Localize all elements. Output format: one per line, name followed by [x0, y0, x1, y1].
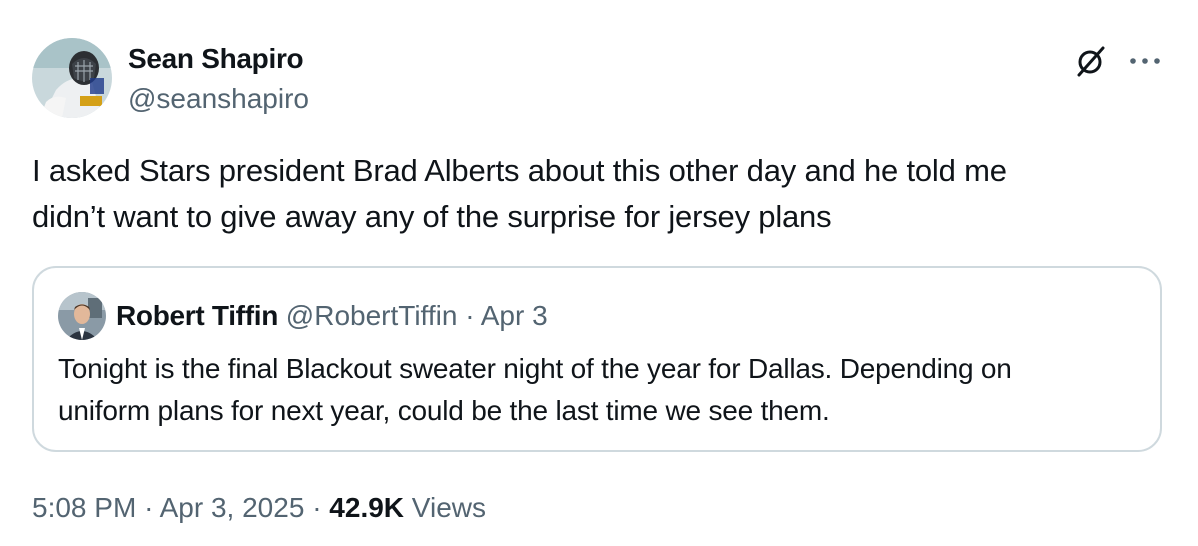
- views-label: Views: [411, 492, 486, 523]
- tweet-text: I asked Stars president Brad Alberts abo…: [32, 153, 1007, 234]
- author-avatar[interactable]: [32, 38, 112, 118]
- author-handle[interactable]: @seanshapiro: [128, 82, 309, 116]
- author-name[interactable]: Sean Shapiro: [128, 42, 304, 76]
- quoted-author-name: Robert Tiffin: [116, 300, 279, 331]
- separator-dot: ·: [312, 492, 322, 523]
- quoted-tweet[interactable]: Robert Tiffin @RobertTiffin · Apr 3 Toni…: [32, 266, 1162, 452]
- separator-dot: ·: [144, 492, 154, 523]
- quoted-tweet-header: Robert Tiffin @RobertTiffin · Apr 3: [116, 298, 548, 334]
- tweet-date[interactable]: Apr 3, 2025: [160, 492, 305, 523]
- views-count: 42.9K: [329, 492, 405, 523]
- quoted-author-handle: @RobertTiffin: [285, 300, 458, 331]
- quoted-tweet-text: Tonight is the final Blackout sweater ni…: [58, 353, 1012, 426]
- quoted-tweet-date: Apr 3: [480, 300, 548, 331]
- tweet-card: Sean Shapiro @seanshapiro I asked Stars …: [0, 0, 1198, 546]
- quoted-author-avatar[interactable]: [58, 292, 106, 340]
- ellipsis-icon[interactable]: [1128, 50, 1162, 72]
- slashed-circle-icon[interactable]: [1074, 44, 1108, 78]
- tweet-meta: 5:08 PM · Apr 3, 2025 · 42.9K Views: [32, 490, 486, 526]
- separator-dot: ·: [465, 300, 475, 331]
- tweet-time[interactable]: 5:08 PM: [32, 492, 136, 523]
